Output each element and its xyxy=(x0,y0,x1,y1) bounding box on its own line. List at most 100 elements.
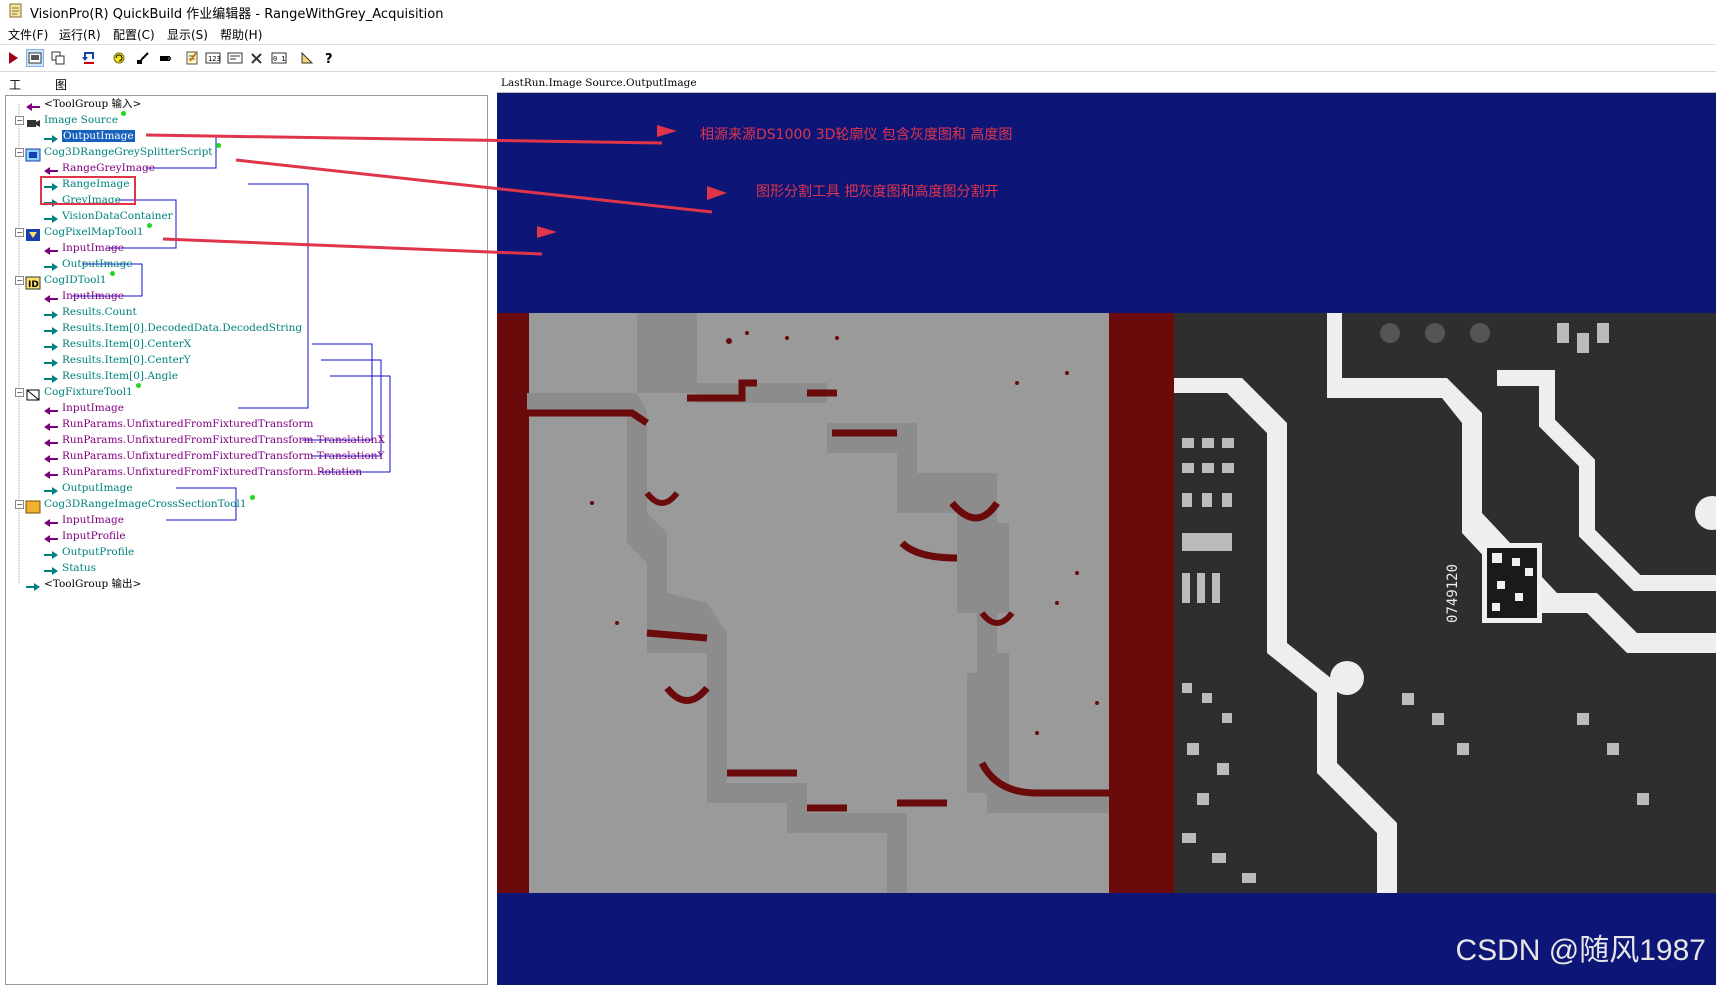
tree-terminal-label[interactable]: InputImage xyxy=(62,402,124,414)
tree-terminal-label[interactable]: RangeGreyImage xyxy=(62,162,155,174)
tree-terminal-label[interactable]: Status xyxy=(62,562,96,574)
tree-terminal-label[interactable]: RunParams.UnfixturedFromFixturedTransfor… xyxy=(62,434,385,446)
tree-terminal-label[interactable]: OutputImage xyxy=(61,129,136,143)
output-arrow-icon xyxy=(44,210,58,223)
output-arrow-icon xyxy=(44,482,58,495)
tools-icon[interactable] xyxy=(248,49,266,67)
loop-icon[interactable] xyxy=(110,49,128,67)
tree-terminal-label[interactable]: RunParams.UnfixturedFromFixturedTransfor… xyxy=(62,466,362,478)
acquired-image: 0749120 xyxy=(497,125,1716,893)
status-dot-icon xyxy=(136,383,141,388)
toolbar: 123 0 1 ? xyxy=(0,45,1716,72)
form-icon[interactable] xyxy=(226,49,244,67)
menu-bar: 文件(F) 运行(R) 配置(C) 显示(S) 帮助(H) xyxy=(0,24,1716,45)
status-dot-icon xyxy=(121,111,126,116)
link-line xyxy=(106,199,177,249)
collapse-toggle-icon[interactable]: − xyxy=(15,500,24,509)
app-icon xyxy=(9,3,22,18)
pixelmap-tool-icon xyxy=(26,226,40,241)
notepad-icon[interactable] xyxy=(183,49,201,67)
input-arrow-icon xyxy=(44,434,58,447)
output-arrow-icon xyxy=(44,354,58,367)
output-arrow-icon xyxy=(44,338,58,351)
output-arrow-icon xyxy=(44,130,58,143)
input-arrow-icon xyxy=(44,242,58,255)
menu-view[interactable]: 显示(S) xyxy=(167,26,208,43)
image-display-icon[interactable] xyxy=(26,49,44,67)
tree-terminal-label[interactable]: InputProfile xyxy=(62,530,126,542)
input-arrow-icon xyxy=(44,450,58,463)
output-arrow-icon xyxy=(44,370,58,383)
menu-file[interactable]: 文件(F) xyxy=(8,26,48,43)
collapse-toggle-icon[interactable]: − xyxy=(15,276,24,285)
fixture-tool-icon xyxy=(26,386,40,401)
tree-terminal-label[interactable]: RunParams.UnfixturedFromFixturedTransfor… xyxy=(62,418,313,430)
input-arrow-icon xyxy=(44,530,58,543)
tree-terminal-label[interactable]: Results.Count xyxy=(62,306,137,318)
input-arrow-icon xyxy=(44,290,58,303)
tree-terminal-label[interactable]: RunParams.UnfixturedFromFixturedTransfor… xyxy=(62,450,384,462)
tree-terminal-label[interactable]: InputImage xyxy=(62,514,124,526)
collapse-toggle-icon[interactable]: − xyxy=(15,388,24,397)
numeric-icon[interactable]: 123 xyxy=(204,49,222,67)
output-arrow-icon xyxy=(44,306,58,319)
brush-icon[interactable] xyxy=(134,49,152,67)
tree-terminal-label[interactable]: Results.Item[0].DecodedData.DecodedStrin… xyxy=(62,322,302,334)
tree-tool-label[interactable]: CogPixelMapTool1 xyxy=(44,226,144,238)
tree-terminal-label[interactable]: Results.Item[0].CenterY xyxy=(62,354,191,366)
grey-image: 0749120 xyxy=(1174,313,1716,893)
input-arrow-icon xyxy=(44,466,58,479)
record-icon[interactable] xyxy=(156,49,174,67)
tool-tree-panel[interactable]: <ToolGroup 输入> Image Source − OutputImage Co… xyxy=(5,95,488,985)
annotation-arrows xyxy=(537,125,727,238)
title-bar: VisionPro(R) QuickBuild 作业编辑器 - RangeWit… xyxy=(0,0,1716,22)
collapse-toggle-icon[interactable]: − xyxy=(15,116,24,125)
output-arrow-icon xyxy=(44,562,58,575)
script-tool-icon xyxy=(25,146,41,162)
input-arrow-icon xyxy=(44,162,58,175)
run-icon[interactable] xyxy=(4,49,22,67)
annotation-source-text: 相源来源DS1000 3D轮廓仪 包含灰度图和 高度图 xyxy=(700,127,1013,143)
tree-tool-label[interactable]: Cog3DRangeGreySplitterScript xyxy=(44,146,213,158)
help-icon[interactable]: ? xyxy=(320,49,338,67)
tree-terminal-label[interactable]: GreyImage xyxy=(62,194,121,206)
status-dot-icon xyxy=(250,495,255,500)
binary-icon[interactable]: 0 1 xyxy=(270,49,288,67)
tree-terminal-label[interactable]: Results.Item[0].Angle xyxy=(62,370,178,382)
copy-windows-icon[interactable] xyxy=(49,49,67,67)
collapse-toggle-icon[interactable]: − xyxy=(15,228,24,237)
id-tool-icon: ID xyxy=(25,274,41,290)
tree-terminal-label[interactable]: OutputImage xyxy=(62,482,133,494)
status-dot-icon xyxy=(216,143,221,148)
output-arrow-icon xyxy=(44,178,58,191)
collapse-toggle-icon[interactable]: − xyxy=(15,148,24,157)
output-arrow-icon xyxy=(44,194,58,207)
crosssection-tool-icon xyxy=(25,498,41,514)
pcb-marking-text: 0749120 xyxy=(1445,564,1461,623)
input-arrow-icon xyxy=(44,402,58,415)
tree-terminal-label[interactable]: InputImage xyxy=(62,242,124,254)
annotation-splitter-text: 图形分割工具 把灰度图和高度图分割开 xyxy=(756,184,999,200)
reset-icon[interactable] xyxy=(80,49,98,67)
ruler-icon[interactable] xyxy=(298,49,316,67)
tree-tool-label[interactable]: Image Source xyxy=(44,114,118,126)
tree-tool-label[interactable]: <ToolGroup 输出> xyxy=(44,578,141,590)
input-arrow-icon xyxy=(44,514,58,527)
tree-tool-label[interactable]: Cog3DRangeImageCrossSectionTool1 xyxy=(44,498,247,510)
menu-config[interactable]: 配置(C) xyxy=(113,26,155,43)
tree-terminal-label[interactable]: OutputProfile xyxy=(62,546,134,558)
tree-terminal-label[interactable]: VisionDataContainer xyxy=(62,210,173,222)
tree-terminal-label[interactable]: Results.Item[0].CenterX xyxy=(62,338,191,350)
status-dot-icon xyxy=(110,271,115,276)
tree-tool-label[interactable]: CogFixtureTool1 xyxy=(44,386,133,398)
tree-terminal-label[interactable]: OutputImage xyxy=(62,258,133,270)
tree-terminal-label[interactable]: InputImage xyxy=(62,290,124,302)
tree-tool-label[interactable]: <ToolGroup 输入> xyxy=(44,98,141,110)
tree-tool-label[interactable]: CogIDTool1 xyxy=(44,274,107,286)
menu-run[interactable]: 运行(R) xyxy=(59,26,101,43)
menu-help[interactable]: 帮助(H) xyxy=(220,26,262,43)
camera-icon xyxy=(26,114,40,127)
tree-terminal-label[interactable]: RangeImage xyxy=(62,178,129,190)
image-display[interactable]: 0749120 相源来源DS1000 3D轮廓仪 包含灰度图和 高度图 图形分割… xyxy=(497,93,1716,985)
output-arrow-icon xyxy=(44,322,58,335)
